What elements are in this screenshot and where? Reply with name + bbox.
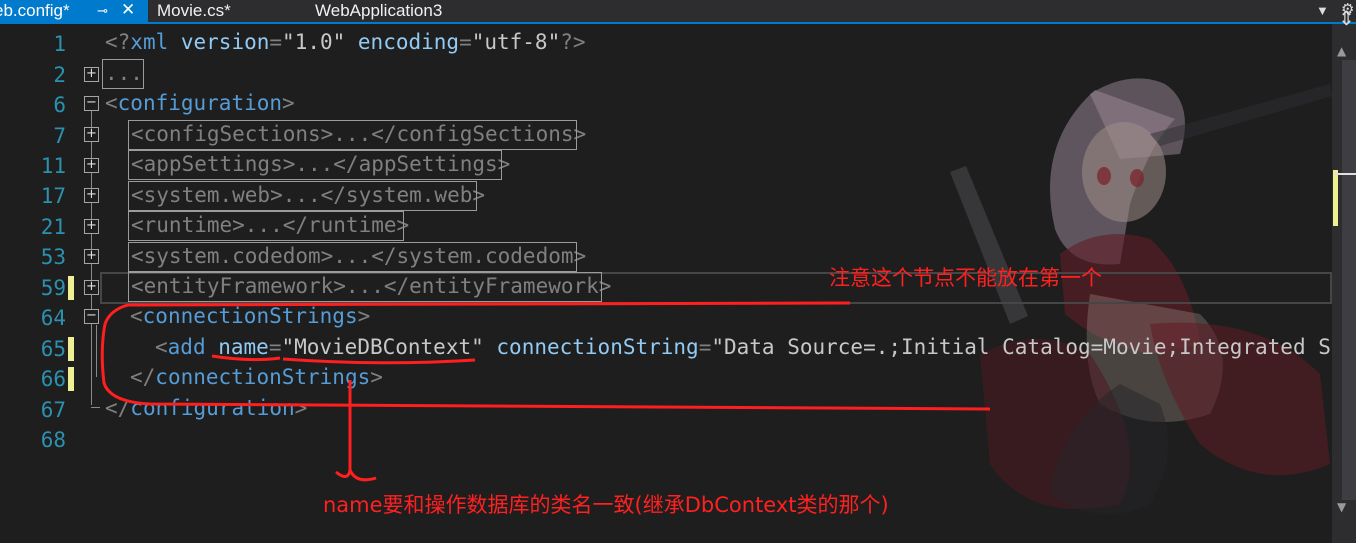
tab-web-config-label: eb.config* — [0, 1, 70, 20]
line-number: 6 — [53, 93, 66, 117]
code-line-6: <configuration> — [105, 88, 295, 118]
expand-icon[interactable]: + — [84, 219, 99, 234]
xml-delimiter: </ — [130, 365, 156, 389]
scrollbar-caret-marker — [1334, 173, 1356, 175]
annotation-note-order: 注意这个节点不能放在第一个 — [829, 266, 1102, 290]
arrow-up-icon[interactable]: ▲ — [1337, 44, 1346, 58]
line-number: 21 — [40, 215, 66, 239]
xml-delimiter: = — [698, 335, 712, 359]
code-line-59: <entityFramework>...</entityFramework> — [128, 271, 611, 302]
line-number: 53 — [40, 245, 66, 269]
arrow-down-icon[interactable]: ▼ — [1337, 500, 1346, 514]
xml-tag: connectionStrings — [142, 304, 358, 328]
change-marker — [68, 337, 74, 361]
xml-attribute: name — [205, 335, 269, 359]
xml-value: "1.0" — [282, 30, 346, 54]
expand-icon[interactable]: + — [84, 249, 99, 264]
collapsed-region-box[interactable] — [128, 242, 577, 272]
expand-icon[interactable]: + — [84, 67, 99, 82]
xml-delimiter: < — [155, 335, 168, 359]
line-number: 67 — [40, 398, 66, 422]
xml-value: "utf-8" — [471, 30, 561, 54]
annotation-note-name: name要和操作数据库的类名一致(继承DbContext类的那个) — [323, 493, 889, 517]
xml-delimiter: = — [268, 335, 282, 359]
code-line-64: <connectionStrings> — [130, 301, 370, 331]
pin-icon[interactable]: ⊸ — [97, 0, 108, 21]
code-line-65: <add name="MovieDBContext" connectionStr… — [155, 332, 1332, 362]
project-indicator: WebApplication3 — [315, 0, 442, 22]
xml-delimiter: </ — [105, 396, 131, 420]
collapsed-region-box[interactable] — [128, 272, 602, 302]
collapsed-region-box[interactable] — [128, 120, 577, 150]
xml-tag: configuration — [117, 91, 283, 115]
tab-web-config[interactable]: eb.config* ⊸ ✕ — [0, 0, 148, 22]
line-number: 64 — [40, 306, 66, 330]
expand-icon[interactable]: + — [84, 127, 99, 142]
xml-tag: connectionStrings — [155, 365, 371, 389]
line-number: 1 — [53, 32, 66, 56]
code-line-67: </configuration> — [105, 393, 307, 423]
xml-value: "Data Source=.;Initial Catalog=Movie;Int… — [711, 335, 1332, 359]
outline-guide — [91, 407, 100, 408]
tab-movie-cs-label: Movie.cs* — [157, 1, 231, 20]
xml-tag: configuration — [130, 396, 295, 420]
xml-value: "MovieDBContext" — [281, 335, 484, 359]
collapse-icon[interactable]: − — [84, 309, 99, 324]
chevron-down-icon[interactable]: ▼ — [1316, 0, 1329, 22]
xml-tag: add — [167, 335, 206, 359]
collapsed-region-box[interactable] — [128, 181, 477, 211]
tab-movie-cs[interactable]: Movie.cs* — [157, 0, 231, 22]
xml-delimiter: = — [269, 30, 283, 54]
code-line-11: <appSettings>...</appSettings> — [128, 149, 510, 180]
xml-tag: xml — [130, 30, 169, 54]
outline-guide — [96, 325, 97, 377]
split-icon[interactable]: ⇕ — [1338, 8, 1355, 28]
xml-delimiter: ?> — [560, 30, 586, 54]
xml-delimiter: > — [357, 304, 371, 328]
xml-delimiter: = — [459, 30, 472, 54]
code-line-7: <configSections>...</configSections> — [128, 119, 586, 150]
line-number: 17 — [40, 184, 66, 208]
code-line-2: ... — [102, 58, 144, 89]
collapsed-region-box[interactable] — [128, 150, 502, 180]
code-line-1: <?xml version="1.0" encoding="utf-8"?> — [105, 27, 586, 57]
expand-icon[interactable]: + — [84, 188, 99, 203]
line-number: 11 — [40, 154, 66, 178]
xml-delimiter: > — [370, 365, 383, 389]
xml-delimiter: < — [130, 304, 143, 328]
scrollbar-change-marker — [1333, 170, 1338, 226]
code-line-53: <system.codedom>...</system.codedom> — [128, 241, 586, 272]
xml-attribute: encoding — [345, 30, 460, 54]
change-marker — [68, 367, 74, 391]
scrollbar-thumb[interactable] — [1342, 60, 1356, 500]
close-icon[interactable]: ✕ — [121, 0, 135, 20]
xml-attribute: version — [168, 30, 270, 54]
line-number: 68 — [40, 428, 66, 452]
line-number: 66 — [40, 367, 66, 391]
code-line-21: <runtime>...</runtime> — [128, 210, 409, 241]
line-number: 7 — [53, 124, 66, 148]
xml-delimiter: > — [282, 91, 295, 115]
code-line-66: </connectionStrings> — [130, 362, 383, 392]
change-marker — [68, 276, 74, 300]
xml-attribute: connectionString — [483, 335, 699, 359]
code-editor[interactable]: 1 2 6 7 11 17 21 53 59 64 65 66 67 68 + … — [0, 24, 1332, 543]
project-name: WebApplication3 — [315, 1, 443, 20]
collapsed-region-box[interactable] — [102, 59, 144, 89]
expand-icon[interactable]: + — [84, 158, 99, 173]
document-tab-bar: eb.config* ⊸ ✕ Movie.cs* WebApplication3… — [0, 0, 1356, 24]
expand-icon[interactable]: + — [84, 280, 99, 295]
code-line-17: <system.web>...</system.web> — [128, 180, 485, 211]
line-number: 65 — [40, 337, 66, 361]
collapsed-region-box[interactable] — [128, 211, 404, 241]
xml-delimiter: <? — [105, 30, 131, 54]
line-number: 2 — [53, 63, 66, 87]
line-number: 59 — [40, 276, 66, 300]
collapse-icon[interactable]: − — [84, 96, 99, 111]
xml-delimiter: > — [294, 396, 308, 420]
xml-delimiter: < — [105, 91, 118, 115]
